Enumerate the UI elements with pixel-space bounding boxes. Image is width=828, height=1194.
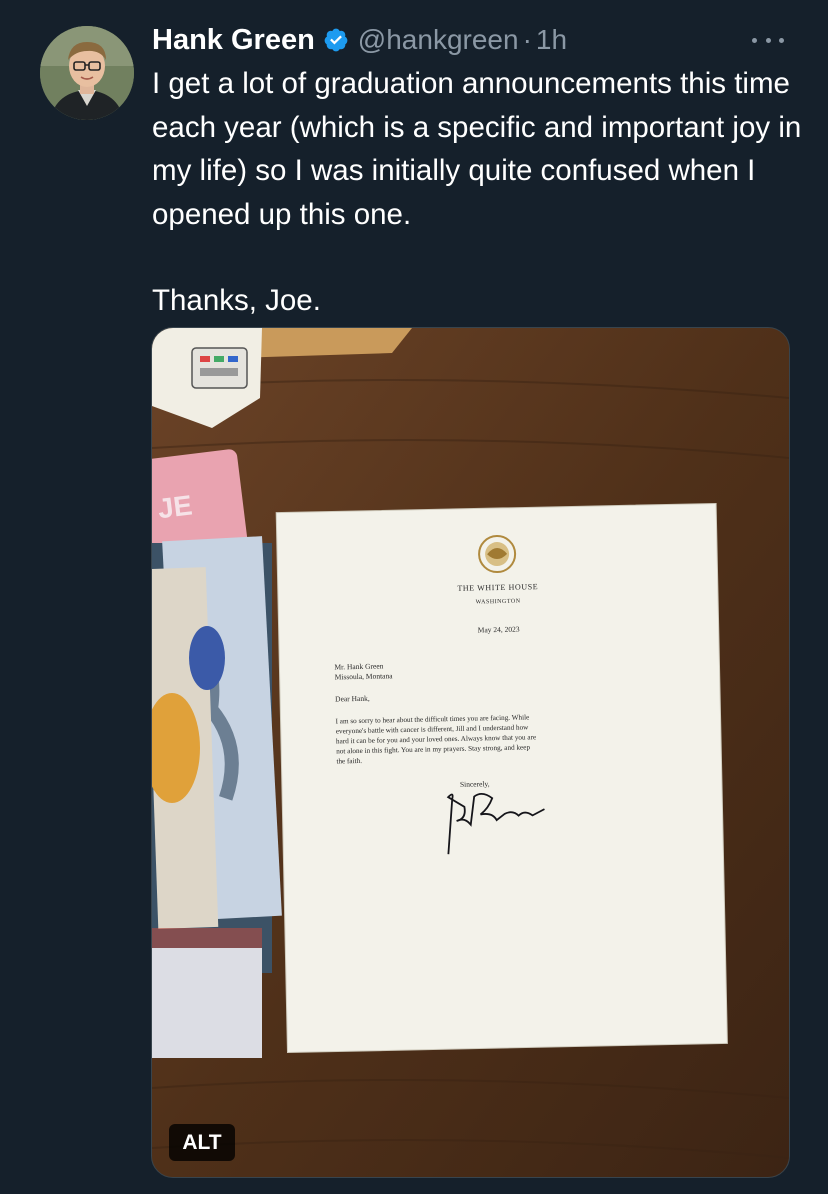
photo-of-letter-on-table: JE THE WHITE HOUSE WASHINGTON May 24, 20… — [152, 328, 789, 1177]
svg-text:JE: JE — [156, 489, 194, 524]
letter-salutation: Dear Hank, — [335, 694, 370, 704]
separator-dot: · — [522, 24, 532, 55]
author-handle[interactable]: @hankgreen — [358, 24, 519, 56]
letter-date: May 24, 2023 — [478, 625, 520, 635]
author-avatar[interactable] — [40, 26, 134, 120]
tweet-header: Hank Green @hankgreen · 1h — [152, 22, 798, 58]
author-name[interactable]: Hank Green — [152, 24, 315, 57]
letter-closing: Sincerely, — [460, 779, 490, 789]
tweet-media-image[interactable]: JE THE WHITE HOUSE WASHINGTON May 24, 20… — [151, 327, 790, 1178]
alt-text-badge[interactable]: ALT — [169, 1124, 235, 1161]
letter-body-line: the faith. — [336, 757, 362, 766]
tweet-text-paragraph: Thanks, Joe. — [152, 284, 321, 317]
letter-recipient-line: Missoula, Montana — [335, 671, 394, 681]
letter-recipient-line: Mr. Hank Green — [334, 661, 383, 671]
more-options-icon[interactable] — [752, 30, 784, 50]
tweet-text-paragraph: I get a lot of graduation announcements … — [152, 67, 802, 231]
letterhead-subtitle: WASHINGTON — [476, 599, 521, 606]
letterhead-title: THE WHITE HOUSE — [457, 582, 538, 593]
verified-badge-icon — [323, 27, 349, 53]
avatar-photo — [40, 26, 134, 120]
tweet-text: I get a lot of graduation announcements … — [152, 62, 802, 323]
tweet-timestamp[interactable]: 1h — [536, 24, 567, 56]
